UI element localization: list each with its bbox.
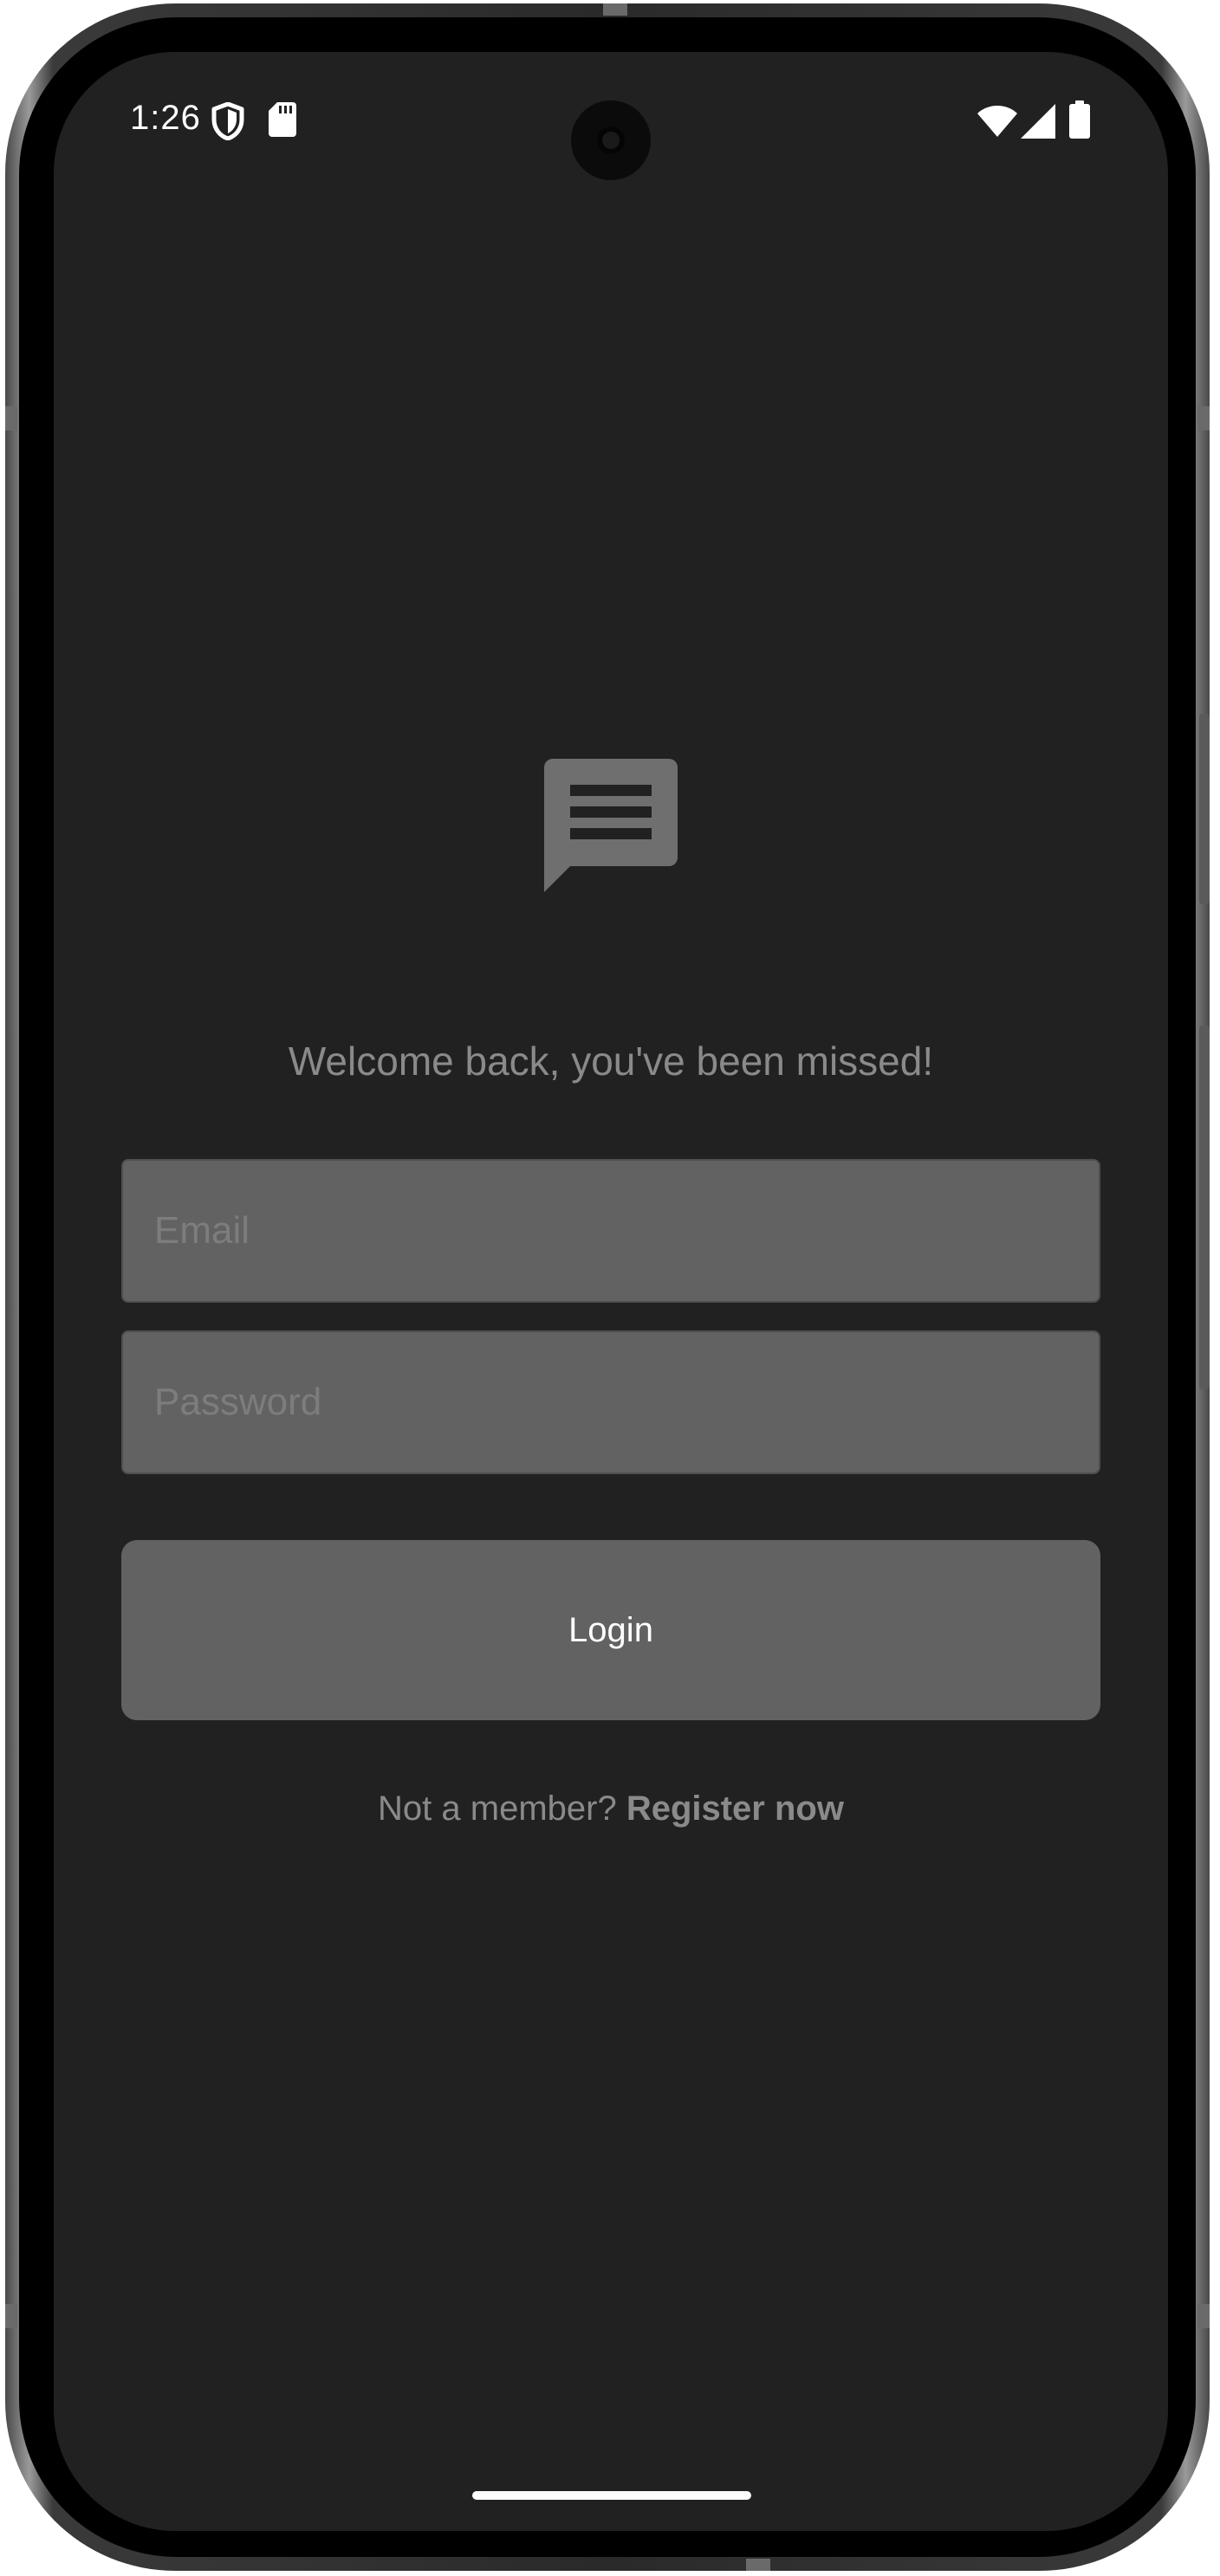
password-field-container — [121, 1330, 1100, 1474]
home-gesture-bar[interactable] — [472, 2491, 751, 2500]
login-button[interactable]: Login — [121, 1540, 1100, 1720]
battery-icon — [1069, 100, 1090, 143]
sd-card-icon — [269, 102, 296, 141]
frame-antenna-band — [5, 406, 17, 430]
status-time: 1:26 — [130, 99, 201, 137]
status-bar: 1:26 — [54, 52, 1168, 208]
wifi-icon — [977, 106, 1017, 141]
app-screen: 1:26 Welcome back, you've been missed! E… — [54, 52, 1168, 2531]
front-camera — [571, 100, 651, 180]
device-frame: 1:26 Welcome back, you've been missed! E… — [5, 3, 1210, 2571]
frame-antenna-band — [5, 2304, 17, 2328]
power-button — [1199, 714, 1210, 904]
chat-message-icon — [544, 759, 678, 892]
register-prompt-text: Not a member? — [378, 1790, 626, 1828]
register-link[interactable]: Register now — [626, 1790, 844, 1828]
frame-antenna-band — [1197, 406, 1210, 430]
frame-antenna-band — [746, 2559, 770, 2571]
cellular-signal-icon — [1021, 104, 1055, 143]
volume-button — [1199, 1026, 1210, 1389]
shield-icon — [211, 101, 244, 145]
email-field-container — [121, 1159, 1100, 1303]
welcome-message: Welcome back, you've been missed! — [288, 1039, 934, 1084]
password-field[interactable] — [123, 1332, 1099, 1472]
register-prompt-row: Not a member? Register now — [54, 1790, 1168, 1828]
frame-antenna-band — [1197, 2304, 1210, 2328]
frame-antenna-band — [603, 3, 627, 16]
email-field[interactable] — [123, 1161, 1099, 1301]
